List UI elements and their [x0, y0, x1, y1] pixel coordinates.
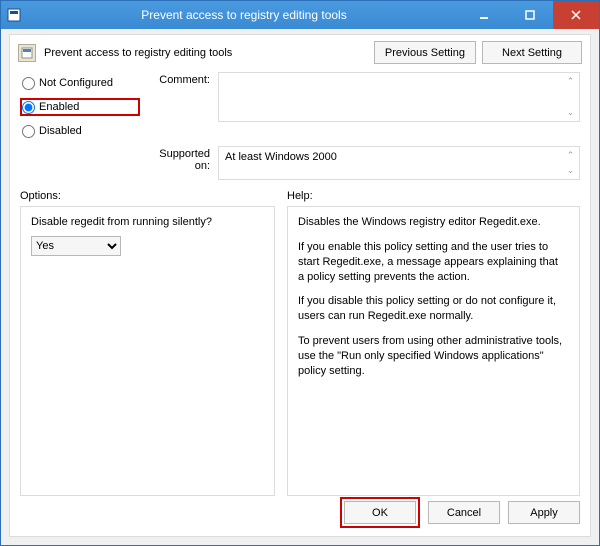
apply-button[interactable]: Apply [508, 501, 580, 524]
help-text-p4: To prevent users from using other admini… [298, 334, 563, 379]
comment-label: Comment: [144, 72, 214, 86]
radio-enabled-label: Enabled [39, 101, 79, 113]
help-text-p1: Disables the Windows registry editor Reg… [298, 215, 563, 230]
radio-disabled[interactable]: Disabled [20, 122, 140, 140]
supported-scrollbar[interactable]: ⌃⌄ [563, 148, 578, 178]
maximize-button[interactable] [507, 1, 553, 29]
cancel-button[interactable]: Cancel [428, 501, 500, 524]
dialog-body: Prevent access to registry editing tools… [9, 34, 591, 537]
titlebar: Prevent access to registry editing tools [1, 1, 599, 29]
radio-not-configured[interactable]: Not Configured [20, 74, 140, 92]
comment-textarea[interactable]: ⌃⌄ [218, 72, 580, 122]
options-label: Options: [20, 190, 275, 202]
next-setting-button[interactable]: Next Setting [482, 41, 582, 64]
comment-scrollbar[interactable]: ⌃⌄ [563, 74, 578, 120]
help-label: Help: [287, 190, 580, 202]
help-panel: Disables the Windows registry editor Reg… [287, 206, 580, 496]
supported-on-text: At least Windows 2000 [225, 151, 337, 163]
policy-icon [18, 44, 36, 62]
supported-label: Supported on: [144, 146, 214, 172]
help-text-p2: If you enable this policy setting and th… [298, 240, 563, 285]
options-panel: Disable regedit from running silently? Y… [20, 206, 275, 496]
supported-on-box: At least Windows 2000 ⌃⌄ [218, 146, 580, 180]
ok-button[interactable]: OK [344, 501, 416, 524]
window-title: Prevent access to registry editing tools [27, 1, 461, 29]
radio-disabled-label: Disabled [39, 125, 82, 137]
app-icon [1, 1, 27, 29]
options-dropdown[interactable]: Yes [31, 236, 121, 256]
minimize-button[interactable] [461, 1, 507, 29]
policy-title: Prevent access to registry editing tools [44, 47, 366, 59]
options-question: Disable regedit from running silently? [31, 215, 264, 230]
radio-not-configured-label: Not Configured [39, 77, 113, 89]
previous-setting-button[interactable]: Previous Setting [374, 41, 476, 64]
ok-highlight: OK [340, 497, 420, 528]
close-button[interactable] [553, 1, 599, 29]
help-text-p3: If you disable this policy setting or do… [298, 294, 563, 324]
dialog-window: Prevent access to registry editing tools… [0, 0, 600, 546]
radio-enabled[interactable]: Enabled [20, 98, 140, 116]
